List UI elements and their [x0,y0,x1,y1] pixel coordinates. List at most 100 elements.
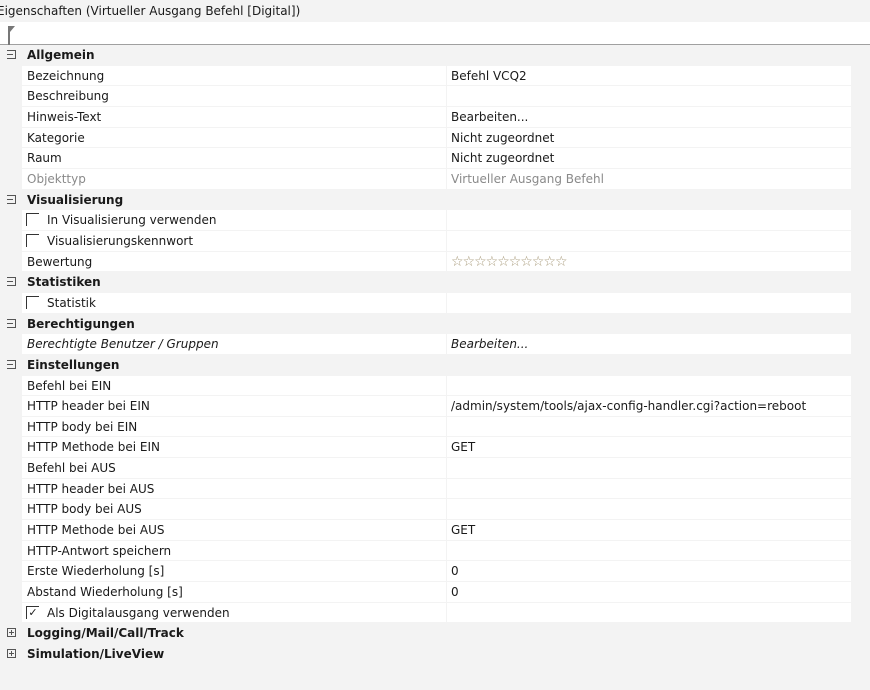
property-value: Virtueller Ausgang Befehl [447,168,851,189]
property-label: Objekttyp [22,168,446,189]
expand-icon[interactable] [7,628,16,638]
property-row-kategorie[interactable]: Kategorie Nicht zugeordnet [0,127,870,149]
property-row-raum[interactable]: Raum Nicht zugeordnet [0,148,870,169]
property-value[interactable] [447,210,851,230]
property-value[interactable]: Bearbeiten... [447,334,851,354]
category-label: Logging/Mail/Call/Track [27,626,184,641]
property-label: Visualisierungskennwort [22,230,446,251]
category-logging-mail-call-track[interactable]: Logging/Mail/Call/Track [0,623,870,644]
checkbox[interactable] [26,295,39,309]
property-row-als-digitalausgang-verwenden[interactable]: ✓ Als Digitalausgang verwenden [0,602,870,624]
property-label: HTTP body bei AUS [22,499,446,520]
property-value[interactable]: 0 [447,561,851,582]
category-einstellungen[interactable]: Einstellungen [0,355,870,376]
window-title: Eigenschaften (Virtueller Ausgang Befehl… [0,0,870,22]
property-value[interactable] [447,375,851,396]
collapse-icon[interactable] [7,194,16,204]
property-row-erste-wiederholung-s[interactable]: Erste Wiederholung [s] 0 [0,561,870,582]
property-row-befehl-bei-ein[interactable]: Befehl bei EIN [0,375,870,397]
property-value[interactable] [447,458,851,478]
property-label: Bezeichnung [22,65,446,86]
property-row-berechtigte-benutzer-gruppen[interactable]: Berechtigte Benutzer / Gruppen Bearbeiten… [0,334,870,355]
checkbox[interactable] [26,213,39,227]
property-label: Erste Wiederholung [s] [22,561,446,582]
property-label: Befehl bei AUS [22,458,446,478]
checkbox-checked[interactable]: ✓ [26,605,39,619]
property-row-visualisierungskennwort[interactable]: Visualisierungskennwort [0,230,870,252]
property-label: ✓ Als Digitalausgang verwenden [22,602,446,623]
collapse-icon[interactable] [7,359,16,369]
property-value[interactable] [447,478,851,499]
property-label: Befehl bei EIN [22,375,446,396]
property-label: Hinweis-Text [22,106,446,127]
property-row-http-body-bei-ein[interactable]: HTTP body bei EIN [0,416,870,438]
property-row-http-methode-bei-ein[interactable]: HTTP Methode bei EIN GET [0,437,870,458]
property-value[interactable]: GET [447,520,851,540]
property-label: HTTP Methode bei AUS [22,520,446,540]
property-row-abstand-wiederholung-s[interactable]: Abstand Wiederholung [s] 0 [0,582,870,603]
property-label: HTTP Methode bei EIN [22,437,446,458]
filter-icon[interactable] [8,26,15,45]
property-value[interactable]: Bearbeiten... [447,106,851,127]
category-visualisierung[interactable]: Visualisierung [0,190,870,211]
property-value[interactable] [447,602,851,623]
category-label: Einstellungen [27,357,120,372]
category-label: Berechtigungen [27,316,135,331]
property-row-http-header-bei-ein[interactable]: HTTP header bei EIN/admin/system/tools/a… [0,396,870,417]
property-label: HTTP-Antwort speichern [22,540,446,561]
collapse-icon[interactable] [7,318,16,328]
property-row-bewertung[interactable]: Bewertung ☆☆☆☆☆☆☆☆☆☆ [0,251,870,273]
property-label: Bewertung [22,251,446,272]
property-value[interactable]: 0 [447,582,851,602]
property-value[interactable] [447,292,851,313]
property-value[interactable]: Befehl VCQ2 [447,65,851,86]
category-label: Allgemein [27,48,95,62]
checkbox-label: In Visualisierung verwenden [47,213,217,228]
property-label: Raum [22,148,446,168]
property-label: Abstand Wiederholung [s] [22,582,446,602]
property-row-beschreibung[interactable]: Beschreibung [0,86,870,107]
expand-icon[interactable] [7,649,16,659]
property-row-statistik[interactable]: Statistik [0,292,870,314]
property-value[interactable] [447,230,851,251]
property-value[interactable] [447,540,851,561]
property-value[interactable]: Nicht zugeordnet [447,127,851,148]
property-value[interactable]: GET [447,437,851,458]
category-statistiken[interactable]: Statistiken [0,272,870,293]
property-label: HTTP body bei EIN [22,416,446,437]
property-label: Beschreibung [22,86,446,106]
checkbox[interactable] [26,233,39,247]
checkbox-label: Visualisierungskennwort [47,233,194,248]
property-grid: Allgemein Bezeichnung Befehl VCQ2 Beschreib… [0,45,870,665]
property-value[interactable] [447,416,851,437]
property-value[interactable] [447,86,851,106]
property-row-http-antwort-speichern[interactable]: HTTP-Antwort speichern [0,540,870,562]
property-row-befehl-bei-aus[interactable]: Befehl bei AUS [0,458,870,479]
property-row-http-header-bei-aus[interactable]: HTTP header bei AUS [0,478,870,500]
property-row-hinweis-text[interactable]: Hinweis-Text Bearbeiten... [0,106,870,128]
category-allgemein[interactable]: Allgemein [0,45,870,66]
checkbox-label: Statistik [47,295,96,310]
property-label: HTTP header bei EIN [22,396,446,416]
category-simulation-liveview[interactable]: Simulation/LiveView [0,644,870,665]
property-value[interactable]: ☆☆☆☆☆☆☆☆☆☆ [447,251,851,272]
category-berechtigungen[interactable]: Berechtigungen [0,314,870,335]
property-label: Kategorie [22,127,446,148]
property-row-http-methode-bei-aus[interactable]: HTTP Methode bei AUS GET [0,520,870,541]
property-row-objekttyp[interactable]: Objekttyp Virtueller Ausgang Befehl [0,168,870,190]
star-rating-icon[interactable]: ☆☆☆☆☆☆☆☆☆☆ [451,254,568,270]
property-value[interactable]: Nicht zugeordnet [447,148,851,168]
property-row-in-visualisierung-verwenden[interactable]: In Visualisierung verwenden [0,210,870,231]
property-row-http-body-bei-aus[interactable]: HTTP body bei AUS [0,499,870,520]
property-label: In Visualisierung verwenden [22,210,446,230]
category-label: Visualisierung [27,192,124,207]
property-value[interactable]: /admin/system/tools/ajax-config-handler.… [447,396,851,416]
collapse-icon[interactable] [7,277,16,287]
property-label: Statistik [22,292,446,313]
category-label: Statistiken [27,275,101,290]
collapse-icon[interactable] [7,50,16,59]
filter-bar[interactable] [0,22,870,45]
property-value[interactable] [447,499,851,520]
property-row-bezeichnung[interactable]: Bezeichnung Befehl VCQ2 [0,65,870,87]
property-label: Berechtigte Benutzer / Gruppen [22,334,446,354]
